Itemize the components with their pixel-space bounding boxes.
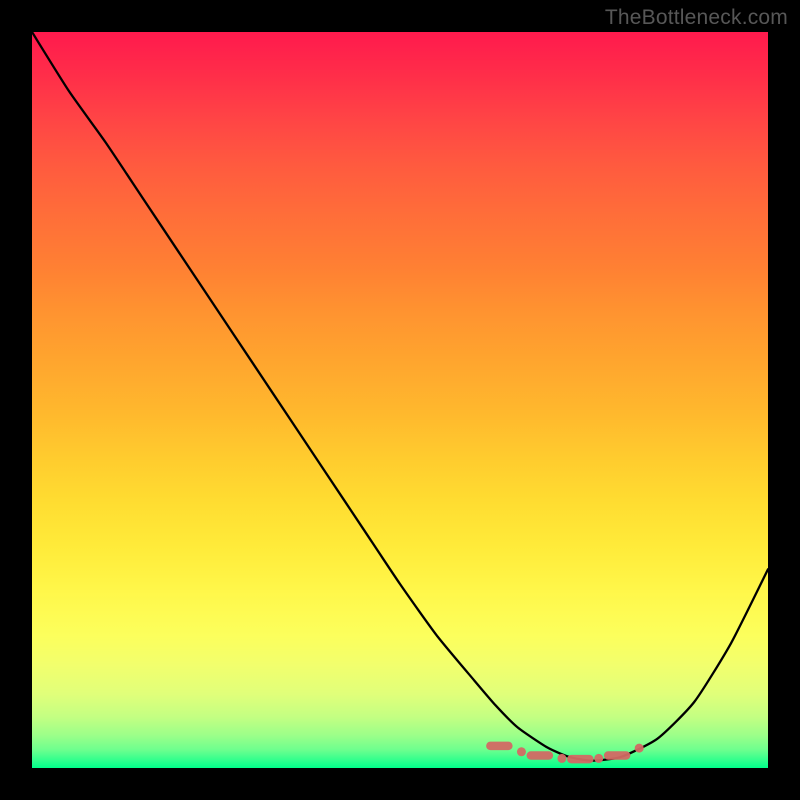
minimum-dot-marker: [594, 754, 603, 763]
minimum-marker-group: [490, 744, 643, 763]
attribution-text: TheBottleneck.com: [605, 6, 788, 30]
minimum-dot-marker: [557, 754, 566, 763]
bottleneck-curve: [32, 32, 768, 761]
chart-svg: [32, 32, 768, 768]
plot-area: [32, 32, 768, 768]
minimum-dot-marker: [635, 744, 644, 753]
minimum-dot-marker: [517, 747, 526, 756]
